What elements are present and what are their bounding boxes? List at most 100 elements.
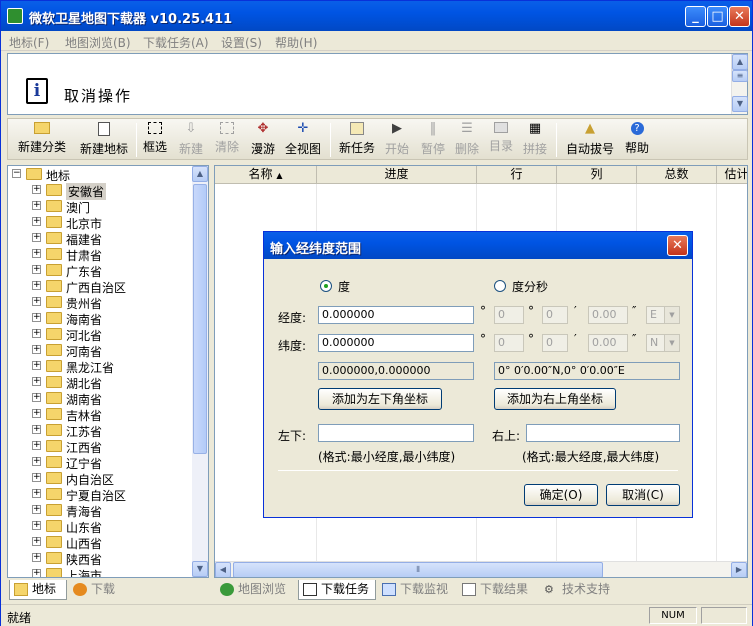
expand-icon[interactable]: + [32,345,41,354]
tree-item[interactable]: + 贵州省 [8,294,194,311]
radio-degree[interactable] [320,280,332,292]
select-button[interactable]: 框选 [140,122,170,158]
tree-item[interactable]: + 山东省 [8,518,194,535]
expand-icon[interactable]: + [32,361,41,370]
scroll-down-icon[interactable]: ▼ [732,96,748,112]
scroll-thumb[interactable] [193,184,207,454]
scroll-up-icon[interactable]: ▲ [732,54,748,70]
upper-right-input[interactable] [526,424,680,442]
tab-download[interactable]: 下载 [69,580,125,600]
tree-root[interactable]: − 地标 [8,166,194,183]
tree-item[interactable]: + 江苏省 [8,422,194,439]
column-header-row[interactable]: 行 [477,166,557,184]
full-view-button[interactable]: ✛ 全视图 [282,122,324,158]
latitude-direction-select[interactable]: N ▼ [646,334,680,352]
latitude-degree-input[interactable]: 0 [494,334,524,352]
expand-icon[interactable]: + [32,441,41,450]
expand-icon[interactable]: + [32,313,41,322]
tree-scrollbar[interactable]: ▲ ▼ [192,166,208,577]
collapse-icon[interactable]: − [12,169,21,178]
tree-item[interactable]: + 湖南省 [8,390,194,407]
expand-icon[interactable]: + [32,505,41,514]
longitude-second-input[interactable]: 0.00 [588,306,628,324]
tree-item[interactable]: + 山西省 [8,534,194,551]
expand-icon[interactable]: + [32,409,41,418]
latitude-second-input[interactable]: 0.00 [588,334,628,352]
close-button[interactable]: ✕ [729,6,750,27]
scroll-left-icon[interactable]: ◀ [215,562,231,577]
tab-download-monitor[interactable]: 下载监视 [378,580,456,600]
expand-icon[interactable]: + [32,457,41,466]
column-header-estimate[interactable]: 估计 [717,166,747,184]
tree-item[interactable]: + 广西自治区 [8,278,194,295]
tree-item[interactable]: + 陕西省 [8,550,194,567]
expand-icon[interactable]: + [32,489,41,498]
tree-item[interactable]: + 上海市 [8,566,194,577]
lower-left-input[interactable] [318,424,474,442]
info-scrollbar[interactable]: ▲ ≡ ▼ [731,54,748,114]
tree-item[interactable]: + 内自治区 [8,470,194,487]
tree-item[interactable]: + 甘肃省 [8,246,194,263]
expand-icon[interactable]: + [32,265,41,274]
radio-dms[interactable] [494,280,506,292]
menu-placemark[interactable]: 地标(F) [9,34,49,51]
tree-item[interactable]: + 安徽省 [8,182,194,200]
maximize-button[interactable]: □ [707,6,728,27]
scroll-down-icon[interactable]: ▼ [192,561,208,577]
column-header-col[interactable]: 列 [557,166,637,184]
scroll-thumb[interactable]: ⫴ [233,562,603,577]
tab-map-browse[interactable]: 地图浏览 [216,580,296,600]
menu-settings[interactable]: 设置(S) [221,34,262,51]
auto-dial-button[interactable]: ▲ 自动拔号 [562,122,618,158]
start-button[interactable]: ▶ 开始 [382,122,412,158]
expand-icon[interactable]: + [32,329,41,338]
tree-item[interactable]: + 福建省 [8,230,194,247]
expand-icon[interactable]: + [32,185,41,194]
expand-icon[interactable]: + [32,425,41,434]
tree-item[interactable]: + 北京市 [8,214,194,231]
expand-icon[interactable]: + [32,249,41,258]
tree-item[interactable]: + 河北省 [8,326,194,343]
delete-button[interactable]: ☰ 删除 [452,122,482,158]
expand-icon[interactable]: + [32,521,41,530]
tab-tech-support[interactable]: ⚙ 技术支持 [540,580,618,600]
minimize-button[interactable]: _ [685,6,706,27]
clear-button[interactable]: 清除 [212,122,242,158]
tree-item[interactable]: + 黑龙江省 [8,358,194,375]
expand-icon[interactable]: + [32,281,41,290]
tab-download-task[interactable]: 下载任务 [298,580,376,600]
tree-item[interactable]: + 河南省 [8,342,194,359]
expand-icon[interactable]: + [32,297,41,306]
add-lower-left-button[interactable]: 添加为左下角坐标 [318,388,442,410]
scroll-up-icon[interactable]: ▲ [192,166,208,182]
expand-icon[interactable]: + [32,473,41,482]
stitch-button[interactable]: ▦ 拼接 [520,122,550,158]
tree-item[interactable]: + 澳门 [8,198,194,215]
column-header-total[interactable]: 总数 [637,166,717,184]
ok-button[interactable]: 确定(O) [524,484,598,506]
longitude-decimal-input[interactable]: 0.000000 [318,306,474,324]
expand-icon[interactable]: + [32,217,41,226]
tree-item[interactable]: + 吉林省 [8,406,194,423]
latitude-minute-input[interactable]: 0 [542,334,568,352]
tree-item[interactable]: + 宁夏自治区 [8,486,194,503]
expand-icon[interactable]: + [32,569,41,577]
menu-download-task[interactable]: 下载任务(A) [143,34,209,51]
expand-icon[interactable]: + [32,233,41,242]
column-header-progress[interactable]: 进度 [317,166,477,184]
new-placemark-button[interactable]: 新建地标 [76,122,132,158]
longitude-direction-select[interactable]: E ▼ [646,306,680,324]
menu-map-browse[interactable]: 地图浏览(B) [65,34,131,51]
help-button[interactable]: ? 帮助 [622,122,652,158]
tree-item[interactable]: + 海南省 [8,310,194,327]
title-bar[interactable]: 微软卫星地图下载器 v10.25.411 _ □ ✕ [1,1,752,31]
tree-item[interactable]: + 湖北省 [8,374,194,391]
latitude-decimal-input[interactable]: 0.000000 [318,334,474,352]
roam-button[interactable]: ✥ 漫游 [248,122,278,158]
tree-item[interactable]: + 青海省 [8,502,194,519]
tree-item[interactable]: + 广东省 [8,262,194,279]
create-button[interactable]: ⇩ 新建 [176,122,206,158]
expand-icon[interactable]: + [32,201,41,210]
scroll-thumb[interactable]: ≡ [732,70,748,82]
longitude-degree-input[interactable]: 0 [494,306,524,324]
